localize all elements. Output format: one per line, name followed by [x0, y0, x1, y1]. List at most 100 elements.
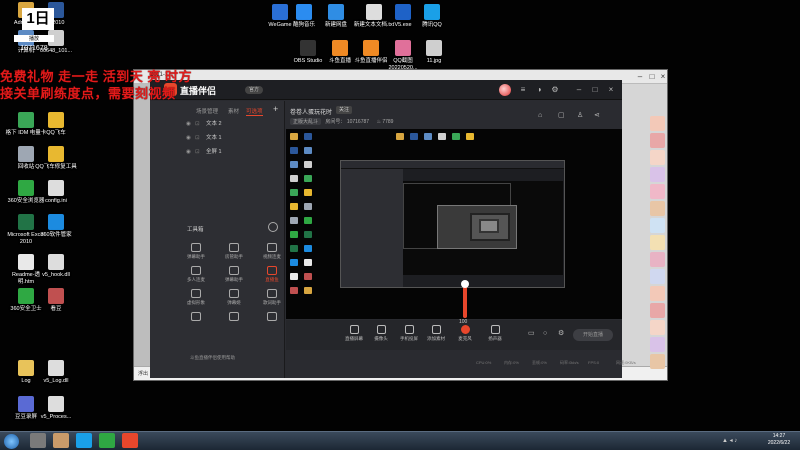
lock-icon[interactable]: ⊡	[195, 147, 203, 158]
layer-item[interactable]: ◉ ⊡ 文本 1	[186, 133, 276, 144]
desktop-icon-qqcar-tool[interactable]: QQ飞车修复工具	[34, 146, 78, 171]
toolbox-item[interactable]: 弹幕助手	[219, 266, 249, 283]
qq-icon	[424, 4, 440, 20]
preview-desktop-icon	[304, 287, 312, 294]
toolbox-item[interactable]: 视频连麦	[257, 243, 287, 260]
category-chip[interactable]: 正版大乱斗	[290, 118, 322, 125]
menu-icon[interactable]: ≡	[518, 85, 528, 95]
desktop-icon-qq[interactable]: 腾讯QQ	[410, 4, 454, 29]
dock-avatar[interactable]	[650, 218, 665, 233]
control-button[interactable]: 麦克风	[452, 325, 478, 342]
dock-avatar[interactable]	[650, 286, 665, 301]
dock-avatar[interactable]	[650, 269, 665, 284]
preview-desktop-icon	[424, 133, 432, 140]
close-icon[interactable]: ×	[606, 85, 616, 95]
dock-avatar[interactable]	[650, 201, 665, 216]
volume-knob[interactable]	[461, 280, 469, 288]
tab-materials[interactable]: 素材	[228, 107, 239, 115]
toolbox-item[interactable]: 房管助手	[219, 243, 249, 260]
control-button[interactable]: 扬声器	[482, 325, 508, 342]
settings-icon[interactable]: ⚙	[558, 330, 566, 338]
toolbox-item[interactable]	[257, 312, 287, 323]
desktop-icon-jpg[interactable]: 11.jpg	[412, 40, 456, 65]
taskbar-clock[interactable]: 14:27 2022/6/22	[760, 433, 798, 447]
preview-desktop-icon	[290, 259, 298, 266]
close-icon[interactable]: ×	[657, 71, 669, 82]
toolbox-item[interactable]	[181, 312, 211, 323]
eye-icon[interactable]: ◉	[186, 119, 194, 130]
toolbox-settings-icon[interactable]	[268, 222, 278, 232]
help-link[interactable]: 斗鱼直播伴侣使用帮助	[190, 355, 235, 361]
desktop-icon-soft360[interactable]: 360软件管家	[34, 214, 78, 239]
dock-avatar[interactable]	[650, 337, 665, 352]
start-button[interactable]	[4, 434, 19, 449]
desktop-icon-qqcar[interactable]: QQ飞车	[34, 112, 78, 137]
toolbox-item[interactable]: 歌词助手	[257, 289, 287, 306]
toolbox-item[interactable]: 直播鱼	[257, 266, 287, 283]
control-button[interactable]: 手机投屏	[396, 325, 422, 342]
add-scene-icon[interactable]: +	[273, 104, 278, 114]
settings-icon[interactable]: ⚙	[550, 85, 560, 95]
control-button[interactable]: 摄像头	[368, 325, 394, 342]
dock-avatar[interactable]	[650, 150, 665, 165]
toolbox-item[interactable]	[219, 312, 249, 323]
record-icon[interactable]: ▭	[528, 330, 536, 338]
layer-name: 文本 1	[206, 135, 222, 141]
taskbar-app-icon[interactable]	[99, 433, 115, 448]
skin-icon[interactable]: ◑	[534, 85, 544, 95]
qqcar-tool-icon	[48, 146, 64, 162]
desktop-icon-vision[interactable]: 看豆	[34, 288, 78, 313]
control-button[interactable]: 添加素材	[423, 325, 449, 342]
taskbar-app-icon[interactable]	[76, 433, 92, 448]
taskbar-app-icon[interactable]	[122, 433, 138, 448]
volume-slider[interactable]	[463, 284, 467, 318]
eye-icon[interactable]: ◉	[186, 133, 194, 144]
dock-avatar[interactable]	[650, 235, 665, 250]
share-icon[interactable]: ⋖	[594, 112, 602, 120]
dock-avatar[interactable]	[650, 354, 665, 369]
dock-avatar[interactable]	[650, 116, 665, 131]
desktop-icon-v5hook[interactable]: v5_hook.dll	[34, 254, 78, 279]
toolbox-item[interactable]: 虚拟形象	[181, 289, 211, 306]
preview-desktop-icon	[290, 133, 298, 140]
desktop-icon-v5proc[interactable]: v5_Proces...	[34, 396, 78, 421]
tab-scene-manager[interactable]: 场景管理	[196, 107, 218, 115]
taskbar-app-icon[interactable]	[30, 433, 46, 448]
dock-avatar[interactable]	[650, 320, 665, 335]
preview-desktop-icon	[290, 273, 298, 280]
minimize-icon[interactable]: –	[634, 71, 646, 82]
tool-icon[interactable]: ▢	[558, 112, 566, 120]
dock-avatar[interactable]	[650, 167, 665, 182]
control-button[interactable]: 直播屏幕	[341, 325, 367, 342]
tab-options[interactable]: 可选项	[246, 107, 263, 116]
toolbox-item[interactable]: 多人连麦	[181, 266, 211, 283]
recycle-icon	[18, 146, 34, 162]
desktop-icon-v5log[interactable]: v5_Log.dll	[34, 360, 78, 385]
start-live-button[interactable]: 开始直播	[573, 329, 613, 341]
minimize-icon[interactable]: –	[574, 85, 584, 95]
user-icon[interactable]: ♙	[577, 112, 585, 120]
taskbar-app-icon[interactable]	[53, 433, 69, 448]
lock-icon[interactable]: ⊡	[195, 133, 203, 144]
lock-icon[interactable]: ⊡	[195, 119, 203, 130]
eye-icon[interactable]: ◉	[186, 147, 194, 158]
app-titlebar[interactable]: 直播伴侣 官方 ≡ ◑ ⚙ – □ ×	[150, 80, 622, 100]
dock-avatar[interactable]	[650, 184, 665, 199]
dock-avatar[interactable]	[650, 252, 665, 267]
dock-avatar[interactable]	[650, 133, 665, 148]
system-tray[interactable]: ▲ ◂ ♪	[722, 437, 737, 444]
dock-avatar[interactable]	[650, 303, 665, 318]
toolbox-item[interactable]: 弹幕助手	[181, 243, 211, 260]
room-title: 卷卷人蛋玩花时	[290, 110, 333, 116]
toolbox-item[interactable]: 弹幕姬	[219, 289, 249, 306]
desktop-icon-config[interactable]: config.ini	[34, 180, 78, 205]
layer-item[interactable]: ◉ ⊡ 全屏 1	[186, 147, 276, 158]
follow-chip[interactable]: 关注	[336, 106, 353, 114]
preview-desktop-icon	[304, 231, 312, 238]
maximize-icon[interactable]: □	[590, 85, 600, 95]
preview-desktop-icon	[290, 175, 298, 182]
layer-item[interactable]: ◉ ⊡ 文本 2	[186, 119, 276, 130]
avatar[interactable]	[499, 84, 511, 96]
gift-icon[interactable]: ⌂	[538, 112, 546, 120]
loop-icon[interactable]: ○	[543, 330, 551, 338]
